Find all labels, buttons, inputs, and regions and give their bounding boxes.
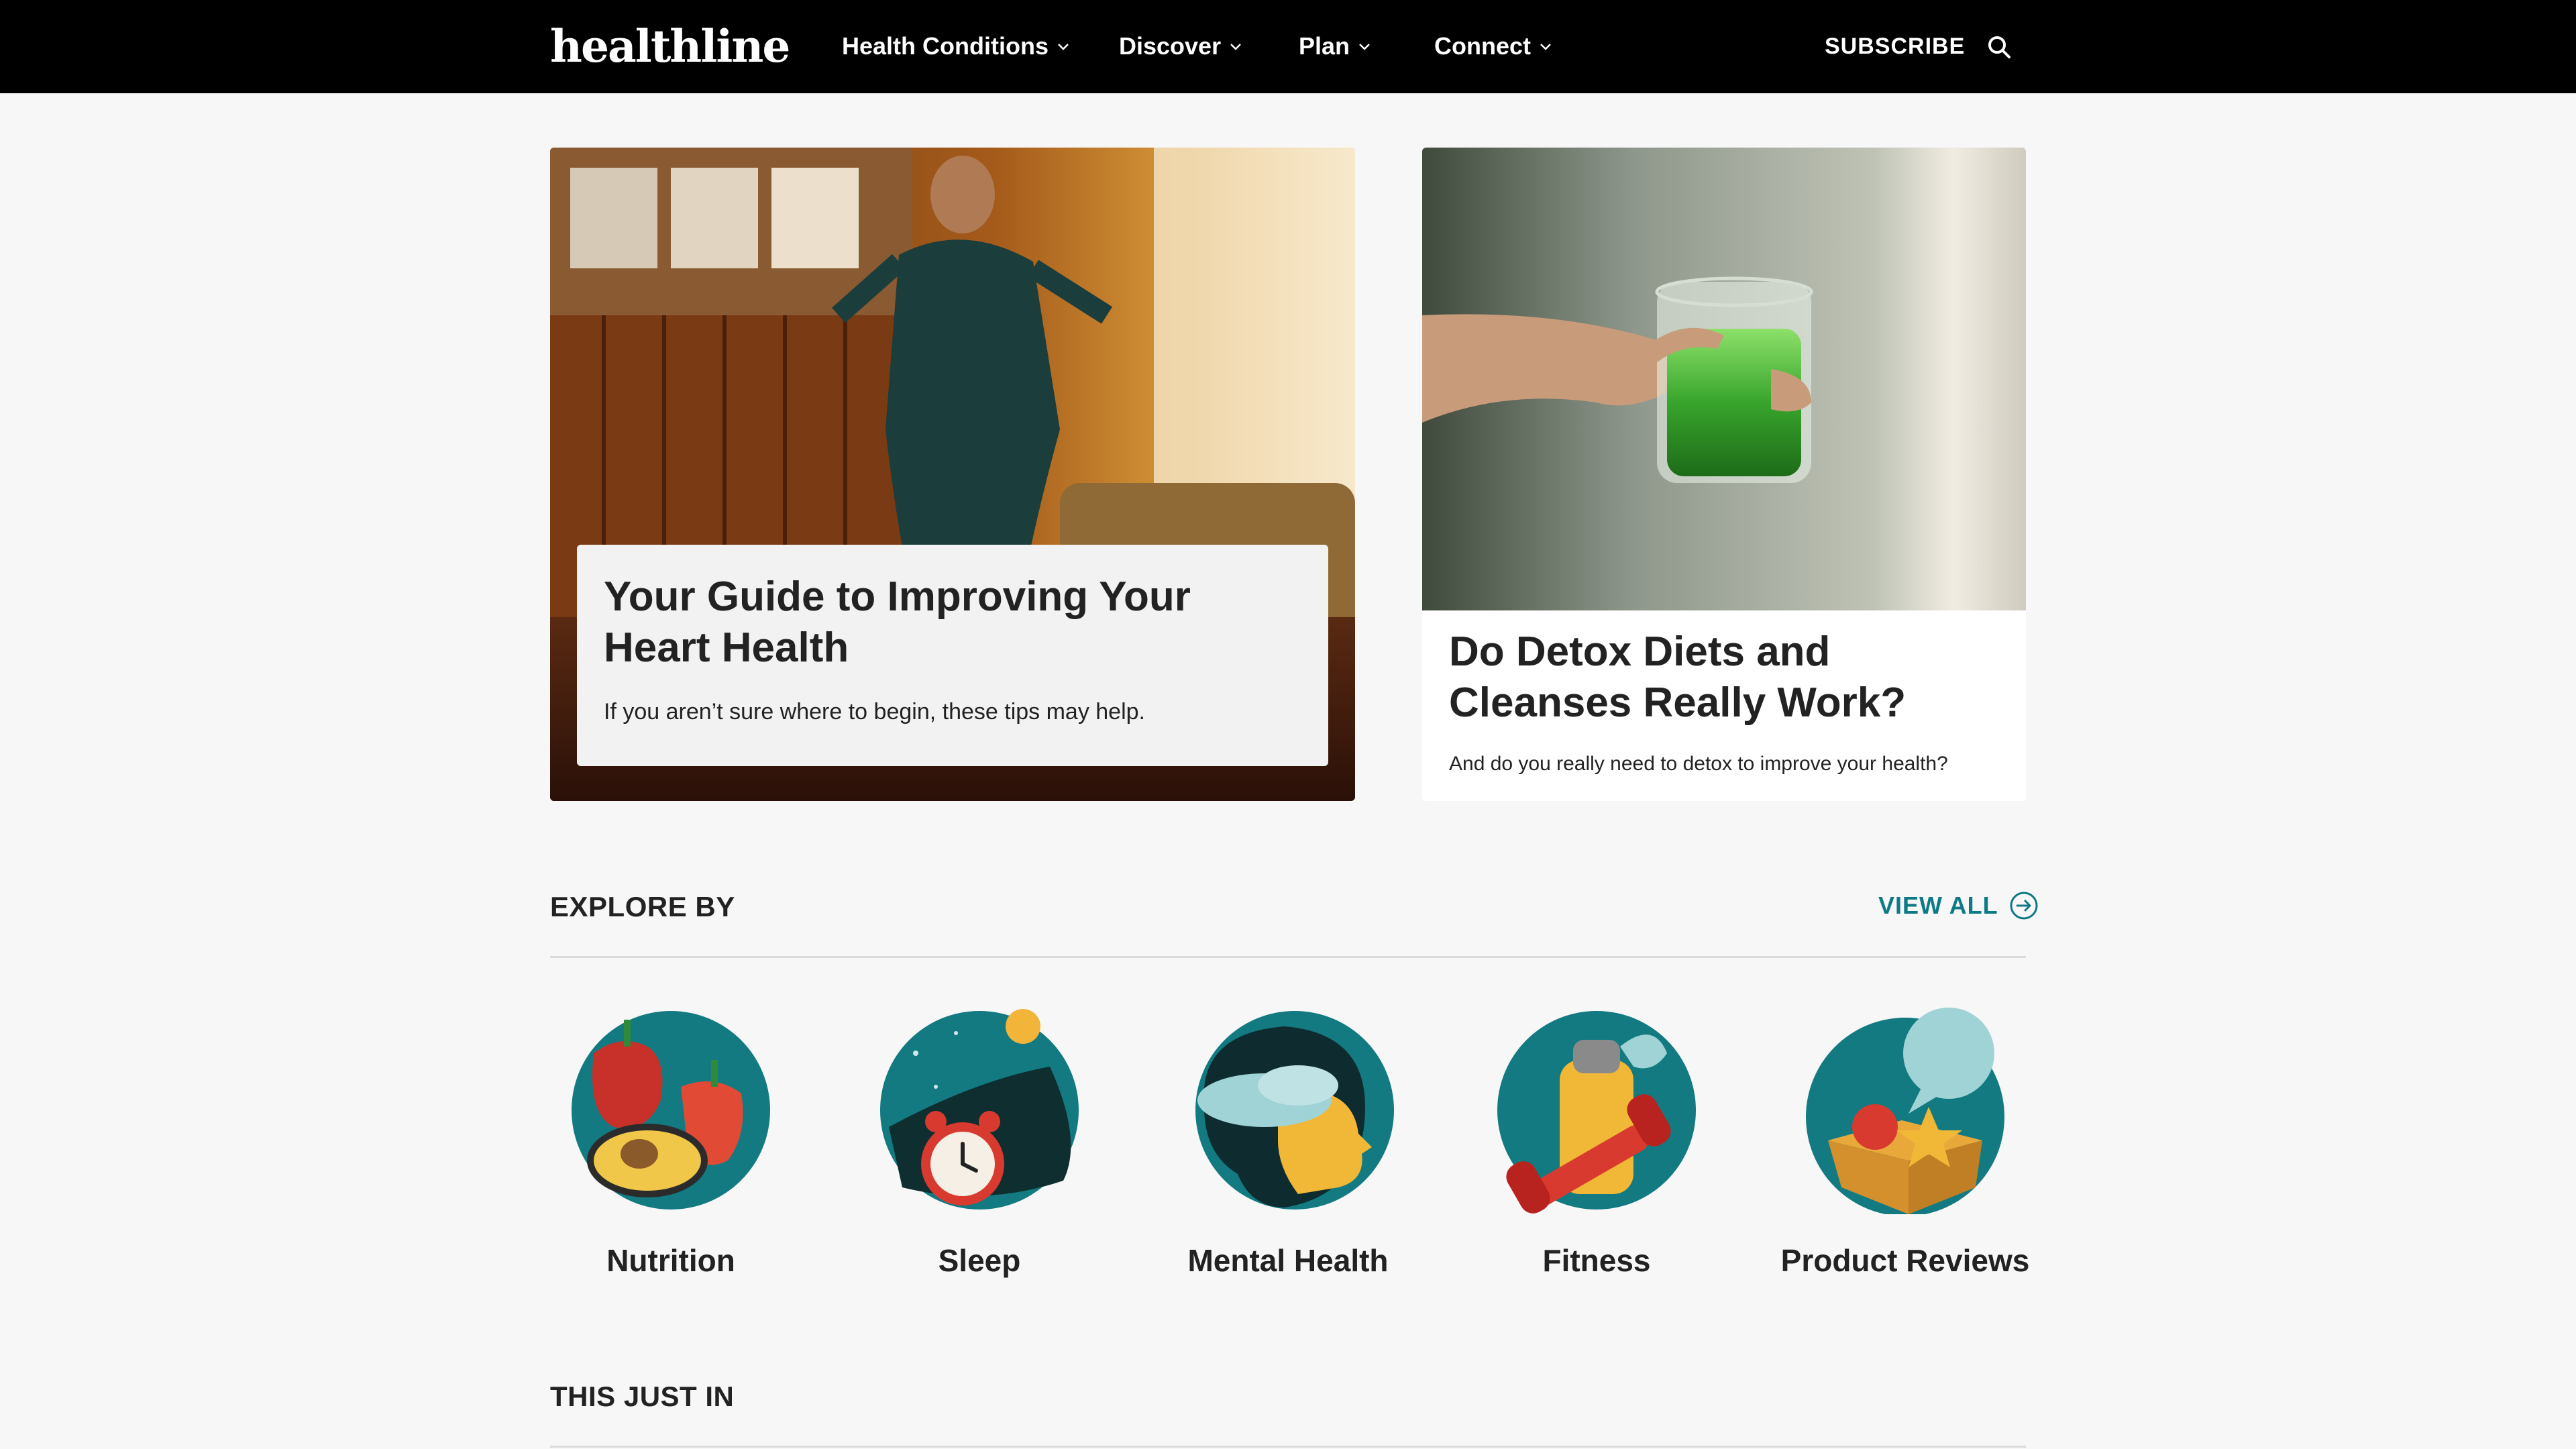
featured-article-description: If you aren’t sure where to begin, these… <box>604 699 1146 724</box>
nav-connect[interactable]: Connect <box>1434 30 1552 63</box>
detox-article-title[interactable]: Do Detox Diets and Cleanses Really Work? <box>1449 627 2012 729</box>
nav-plan-label: Plan <box>1299 32 1350 60</box>
mental-health-icon <box>1195 1011 1394 1210</box>
nav-connect-label: Connect <box>1434 32 1531 60</box>
green-juice-glass-image <box>1422 148 2026 610</box>
view-all-label: VIEW ALL <box>1878 892 1998 919</box>
nav-discover[interactable]: Discover <box>1119 30 1242 63</box>
category-sleep-label: Sleep <box>938 1243 1021 1278</box>
category-fitness[interactable]: Fitness <box>1462 1006 1731 1279</box>
featured-article-heart-health[interactable]: Your Guide to Improving Your Heart Healt… <box>550 148 1355 801</box>
category-sleep[interactable]: Sleep <box>845 1006 1114 1279</box>
detox-article-description: And do you really need to detox to impro… <box>1449 753 1948 775</box>
nutrition-icon <box>572 1011 770 1210</box>
chevron-down-icon <box>1359 44 1370 50</box>
this-just-in-heading: THIS JUST IN <box>550 1381 735 1412</box>
top-navigation-bar: healthline Health Conditions Discover Pl… <box>0 0 2576 93</box>
fitness-icon <box>1497 1011 1696 1214</box>
chevron-down-icon <box>1230 44 1241 50</box>
product-reviews-icon <box>1806 1008 2004 1214</box>
nav-health-conditions[interactable]: Health Conditions <box>842 30 1070 63</box>
category-product-reviews[interactable]: Product Reviews <box>1771 1006 2039 1279</box>
subscribe-link[interactable]: SUBSCRIBE <box>1825 30 1965 63</box>
arrow-circle-right-icon <box>2010 892 2038 920</box>
search-icon[interactable] <box>1986 34 2012 60</box>
healthline-logo[interactable]: healthline <box>550 16 790 76</box>
nav-health-conditions-label: Health Conditions <box>842 32 1049 60</box>
chevron-down-icon <box>1540 44 1551 50</box>
category-fitness-label: Fitness <box>1542 1243 1651 1278</box>
featured-article-caption: Your Guide to Improving Your Heart Healt… <box>577 545 1328 766</box>
featured-article-title[interactable]: Your Guide to Improving Your Heart Healt… <box>604 572 1288 674</box>
nav-discover-label: Discover <box>1119 32 1222 60</box>
sleep-icon <box>880 1009 1079 1210</box>
nav-plan[interactable]: Plan <box>1299 30 1371 63</box>
view-all-link[interactable]: VIEW ALL <box>1878 891 2039 920</box>
chevron-down-icon <box>1058 44 1069 50</box>
section-divider <box>550 1446 2026 1448</box>
category-mental-health-label: Mental Health <box>1187 1243 1389 1278</box>
section-divider <box>550 956 2026 958</box>
category-nutrition-label: Nutrition <box>606 1243 735 1278</box>
article-card-detox[interactable]: Do Detox Diets and Cleanses Really Work?… <box>1422 148 2026 801</box>
category-product-reviews-label: Product Reviews <box>1780 1243 2030 1278</box>
category-nutrition[interactable]: Nutrition <box>537 1006 805 1279</box>
category-mental-health[interactable]: Mental Health <box>1154 1006 1422 1279</box>
explore-by-heading: EXPLORE BY <box>550 891 735 922</box>
